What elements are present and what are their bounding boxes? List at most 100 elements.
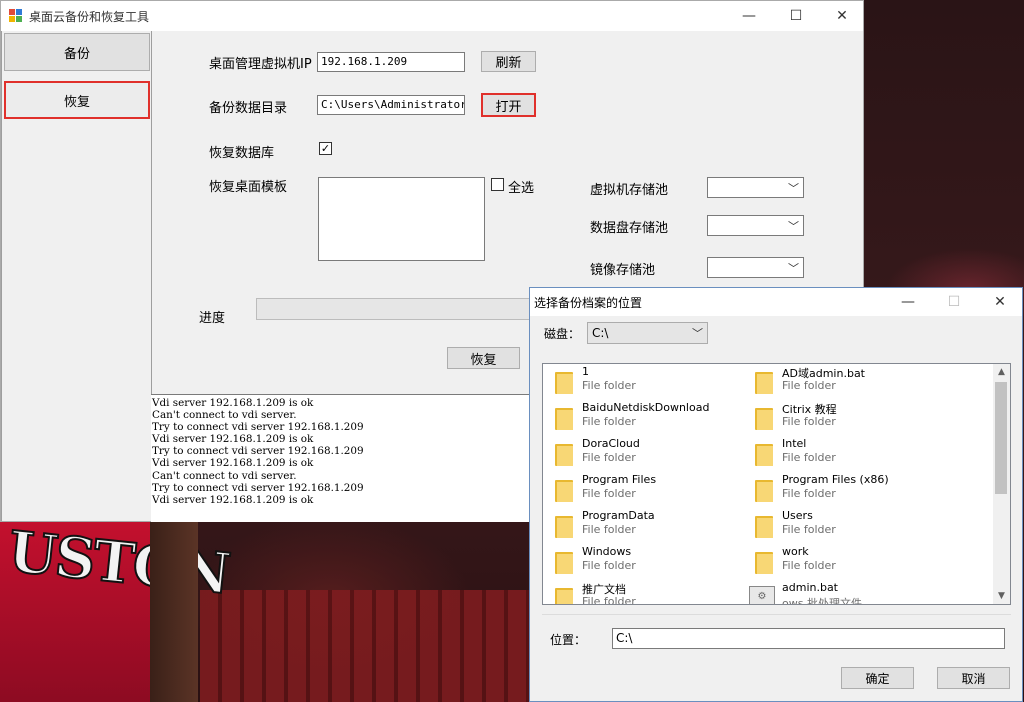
file-list[interactable]: 1 File folder AD域admin.bat File folder Baidu… [542,363,1011,605]
file-list-item[interactable]: Program Files (x86) File folder [749,472,939,504]
vm-pool-select[interactable]: ﹀ [707,177,804,198]
backup-dir-field[interactable]: C:\Users\Administrator [317,95,465,115]
log-line: Vdi server 192.168.1.209 is ok [152,493,314,506]
batch-file-icon: ⚙ [749,586,775,604]
file-type: ows 批处理文件 [782,597,862,605]
maximize-icon: ☐ [789,8,803,24]
folder-icon [755,442,775,466]
image-pool-select[interactable]: ﹀ [707,257,804,278]
file-list-item[interactable]: Citrix 教程 File folder [749,400,939,432]
file-name: work [782,545,809,558]
background-seats [200,590,530,702]
minimize-icon: — [901,294,915,310]
close-button[interactable]: ✕ [819,1,865,31]
file-list-item[interactable]: DoraCloud File folder [549,436,739,468]
folder-icon [755,370,775,394]
folder-icon [755,514,775,538]
dialog-titlebar[interactable]: 选择备份档案的位置 — ☐ ✕ [530,288,1022,316]
app-icon [9,9,23,23]
folder-icon [555,586,575,604]
file-name: Program Files (x86) [782,473,889,486]
log-line: Can't connect to vdi server. [152,409,297,422]
file-type: File folder [582,451,636,464]
folder-icon [555,442,575,466]
minimize-icon: — [742,8,756,24]
folder-icon [555,370,575,394]
scroll-up-arrow-icon[interactable]: ▲ [993,364,1010,380]
vm-pool-label: 虚拟机存储池 [590,183,669,198]
restore-template-label: 恢复桌面模板 [209,180,288,195]
file-name: Windows [582,545,632,558]
file-list-item[interactable]: 1 File folder [549,364,739,396]
open-button[interactable]: 打开 [481,93,536,117]
file-list-item[interactable]: work File folder [749,544,939,576]
file-type: File folder [782,523,836,536]
ip-label: 桌面管理虚拟机IP [209,57,312,72]
dialog-close-button[interactable]: ✕ [977,288,1023,316]
folder-icon [555,478,575,502]
file-list-item[interactable]: Users File folder [749,508,939,540]
disk-select-value: C:\ [592,326,609,340]
folder-icon [755,550,775,574]
file-list-item[interactable]: Intel File folder [749,436,939,468]
sidebar-item-backup[interactable]: 备份 [4,33,150,71]
disk-pool-label: 数据盘存储池 [590,221,669,236]
sidebar-item-restore[interactable]: 恢复 [4,81,150,119]
file-name: admin.bat [782,581,838,594]
file-type: File folder [782,379,836,392]
refresh-button[interactable]: 刷新 [481,51,536,72]
sidebar: 备份 恢复 [1,31,152,521]
file-list-item[interactable]: AD域admin.bat File folder [749,364,939,396]
file-list-item[interactable]: ⚙ admin.bat ows 批处理文件 [749,580,939,605]
file-type: File folder [582,487,636,500]
folder-dialog: 选择备份档案的位置 — ☐ ✕ 磁盘： C:\ ﹀ 1 File folder AD… [529,287,1023,702]
progress-bar [256,298,546,320]
cancel-button[interactable]: 取消 [937,667,1010,689]
file-list-item[interactable]: 推广文档 File folder [549,580,739,604]
dialog-minimize-button[interactable]: — [885,288,931,316]
file-name: Program Files [582,473,657,486]
main-titlebar[interactable]: 桌面云备份和恢复工具 — ☐ ✕ [1,1,863,31]
progress-label: 进度 [199,311,226,326]
close-icon: ✕ [994,294,1006,310]
minimize-button[interactable]: — [726,1,772,31]
ok-button[interactable]: 确定 [841,667,914,689]
ip-field[interactable]: 192.168.1.209 [317,52,465,72]
background-player-arm [150,520,198,702]
disk-label: 磁盘： [544,327,581,341]
location-field[interactable]: C:\ [612,628,1005,649]
maximize-button[interactable]: ☐ [773,1,819,31]
log-line: Can't connect to vdi server. [152,469,297,482]
disk-select[interactable]: C:\ ﹀ [587,322,708,344]
log-line: Vdi server 192.168.1.209 is ok [152,457,314,470]
dialog-title: 选择备份档案的位置 [534,296,643,310]
window-title: 桌面云备份和恢复工具 [29,9,150,24]
chevron-down-icon: ﹀ [788,220,799,233]
close-icon: ✕ [836,8,848,24]
restore-db-label: 恢复数据库 [209,146,275,161]
folder-icon [555,406,575,430]
file-type: File folder [782,487,836,500]
log-output[interactable]: Vdi server 192.168.1.209 is ok Can't con… [151,394,551,522]
vertical-scrollbar[interactable]: ▲ ▼ [993,364,1010,604]
file-name: BaiduNetdiskDownload [582,401,710,414]
restore-db-checkbox[interactable]: ✓ [319,142,332,155]
scrollbar-thumb[interactable] [995,382,1007,494]
file-list-item[interactable]: Program Files File folder [549,472,739,504]
disk-pool-select[interactable]: ﹀ [707,215,804,236]
log-line: Vdi server 192.168.1.209 is ok [152,397,314,409]
folder-icon [555,550,575,574]
maximize-icon: ☐ [947,294,961,310]
template-listbox[interactable] [318,177,485,261]
restore-button[interactable]: 恢复 [447,347,520,369]
select-all-checkbox[interactable] [491,178,504,191]
dialog-maximize-button[interactable]: ☐ [931,288,977,316]
file-name: Users [782,509,813,522]
scroll-down-arrow-icon[interactable]: ▼ [993,588,1010,604]
select-all-label: 全选 [508,181,535,196]
file-list-item[interactable]: BaiduNetdiskDownload File folder [549,400,739,432]
location-label: 位置： [550,633,587,647]
file-list-item[interactable]: Windows File folder [549,544,739,576]
file-list-item[interactable]: ProgramData File folder [549,508,739,540]
folder-icon [755,478,775,502]
